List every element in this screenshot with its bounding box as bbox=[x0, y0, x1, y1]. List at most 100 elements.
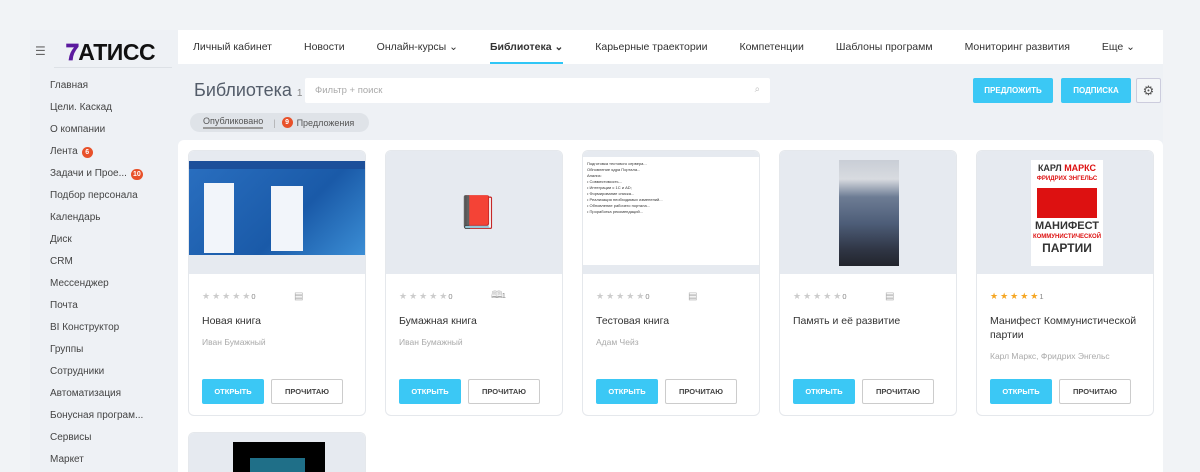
book-icon: 📕 bbox=[458, 194, 498, 230]
filter-published[interactable]: Опубликовано bbox=[203, 116, 264, 129]
will-read-button[interactable]: ПРОЧИТАЮ bbox=[862, 379, 934, 404]
open-button[interactable]: ОТКРЫТЬ bbox=[399, 379, 461, 404]
suggest-button[interactable]: ПРЕДЛОЖИТЬ bbox=[973, 78, 1053, 103]
nav-item[interactable]: Мониторинг развития bbox=[965, 30, 1070, 64]
rating[interactable]: ★★★★★ 1 bbox=[990, 291, 1140, 302]
nav-item[interactable]: Шаблоны программ bbox=[836, 30, 933, 64]
book-author: Карл Маркс, Фридрих Энгельс bbox=[990, 351, 1110, 361]
subscribe-button[interactable]: ПОДПИСКА bbox=[1061, 78, 1131, 103]
star-icon: ★★★★★ bbox=[596, 291, 647, 301]
divider: | bbox=[273, 117, 276, 128]
sidebar-item[interactable]: Главная bbox=[50, 75, 143, 97]
book-cover[interactable] bbox=[189, 433, 365, 472]
nav-item[interactable]: Карьерные траектории bbox=[595, 30, 707, 64]
sidebar-item-label: О компании bbox=[50, 124, 106, 135]
nav-item[interactable]: Еще ⌄ bbox=[1102, 30, 1135, 64]
sidebar-item-label: Диск bbox=[50, 234, 72, 245]
filter-bar: Опубликовано | 9 Предложения bbox=[190, 113, 369, 132]
book-cover[interactable]: Подготовка тестового сервера... Обновлени… bbox=[583, 151, 759, 274]
book-card[interactable]: ★★★★★ 0 ▤ Память и её развитие ОТКРЫТЬ ПРО… bbox=[779, 150, 957, 416]
sidebar-item-label: Автоматизация bbox=[50, 388, 122, 399]
sidebar-item-label: Группы bbox=[50, 344, 84, 355]
star-icon: ★★★★★ bbox=[793, 291, 844, 301]
sidebar-item[interactable]: Группы bbox=[50, 339, 143, 361]
cover-text: КАРЛ МАРКС bbox=[1037, 163, 1097, 173]
sidebar-item[interactable]: Мессенджер bbox=[50, 273, 143, 295]
sidebar-item[interactable]: Задачи и Прое... 10 bbox=[50, 163, 143, 185]
sidebar-item[interactable]: Диск bbox=[50, 229, 143, 251]
sidebar-item[interactable]: Сотрудники bbox=[50, 361, 143, 383]
sidebar-badge: 10 bbox=[130, 168, 143, 180]
star-icon: ★★★★★ bbox=[990, 291, 1041, 301]
will-read-button[interactable]: ПРОЧИТАЮ bbox=[468, 379, 540, 404]
app-window: ☰ 𝟕АТИСС Главная Цели. Каскад О компании Ле… bbox=[30, 30, 1163, 472]
nav-item[interactable]: Компетенции bbox=[739, 30, 803, 64]
sidebar-item[interactable]: Сервисы bbox=[50, 427, 143, 449]
nav-item[interactable]: Библиотека ⌄ bbox=[489, 30, 564, 64]
gear-icon[interactable]: ⚙ bbox=[1136, 78, 1161, 103]
sidebar-item[interactable]: Автоматизация bbox=[50, 383, 143, 405]
search-icon[interactable]: ⌕ bbox=[755, 84, 760, 95]
book-title[interactable]: Тестовая книга bbox=[596, 314, 751, 328]
open-button[interactable]: ОТКРЫТЬ bbox=[990, 379, 1052, 404]
book-author: Иван Бумажный bbox=[399, 337, 463, 347]
sidebar-item[interactable]: Бонусная програм... bbox=[50, 405, 143, 427]
sidebar-menu: Главная Цели. Каскад О компании Лента 6 Задач… bbox=[50, 75, 143, 471]
page-title: Библиотека 1 bbox=[194, 80, 302, 101]
sidebar-item[interactable]: BI Конструктор bbox=[50, 317, 143, 339]
book-title[interactable]: Бумажная книга bbox=[399, 314, 554, 328]
rating[interactable]: ★★★★★ 0 ▤ bbox=[202, 291, 352, 302]
sidebar-item[interactable]: Календарь bbox=[50, 207, 143, 229]
book-card[interactable]: ★★★★★ 0 ▤ Новая книга Иван Бумажный ОТКРЫТ… bbox=[188, 150, 366, 416]
open-button[interactable]: ОТКРЫТЬ bbox=[793, 379, 855, 404]
rating[interactable]: ★★★★★ 0 ▤ bbox=[596, 291, 746, 302]
logo-text: АТИСС bbox=[78, 39, 156, 65]
sidebar-item[interactable]: Маркет bbox=[50, 449, 143, 471]
title-count: 1 bbox=[296, 88, 303, 99]
will-read-button[interactable]: ПРОЧИТАЮ bbox=[665, 379, 737, 404]
logo[interactable]: 𝟕АТИСС bbox=[66, 39, 156, 66]
search-placeholder: Фильтр + поиск bbox=[315, 85, 383, 96]
book-cover[interactable] bbox=[189, 151, 365, 274]
book-card[interactable]: Подготовка тестового сервера... Обновлени… bbox=[582, 150, 760, 416]
book-title[interactable]: Память и её развитие bbox=[793, 314, 948, 328]
book-cover[interactable]: 📕 bbox=[386, 151, 562, 274]
rating-count: 0 bbox=[842, 292, 847, 301]
open-button[interactable]: ОТКРЫТЬ bbox=[202, 379, 264, 404]
will-read-button[interactable]: ПРОЧИТАЮ bbox=[1059, 379, 1131, 404]
book-cover[interactable] bbox=[780, 151, 956, 274]
rating[interactable]: ★★★★★ 0 🕮1 bbox=[399, 290, 549, 302]
book-title[interactable]: Манифест Коммунистической партии bbox=[990, 314, 1145, 342]
paper-count: 1 bbox=[501, 291, 506, 300]
book-title[interactable]: Новая книга bbox=[202, 314, 357, 328]
rating-count: 1 bbox=[1039, 292, 1044, 301]
sidebar-item[interactable]: Лента 6 bbox=[50, 141, 143, 163]
will-read-button[interactable]: ПРОЧИТАЮ bbox=[271, 379, 343, 404]
title-text: Библиотека bbox=[194, 80, 292, 100]
sidebar-item[interactable]: О компании bbox=[50, 119, 143, 141]
book-card[interactable] bbox=[188, 432, 366, 472]
sidebar-item-label: Главная bbox=[50, 80, 89, 91]
sidebar-item-label: Подбор персонала bbox=[50, 190, 138, 201]
rating[interactable]: ★★★★★ 0 ▤ bbox=[793, 291, 943, 302]
book-card[interactable]: 📕 ★★★★★ 0 🕮1 Бумажная книга Иван Бумажный … bbox=[385, 150, 563, 416]
ebook-icon: ▤ bbox=[688, 291, 698, 302]
sidebar-item-label: Маркет bbox=[50, 454, 84, 465]
search-input[interactable]: Фильтр + поиск ⌕ bbox=[305, 78, 770, 103]
open-button[interactable]: ОТКРЫТЬ bbox=[596, 379, 658, 404]
sidebar-item[interactable]: CRM bbox=[50, 251, 143, 273]
sidebar-badge: 6 bbox=[81, 146, 93, 158]
sidebar-item-label: Бонусная програм... bbox=[50, 410, 144, 421]
sidebar-item[interactable]: Цели. Каскад bbox=[50, 97, 143, 119]
nav-item[interactable]: Онлайн-курсы ⌄ bbox=[377, 30, 458, 64]
book-cover[interactable]: КАРЛ МАРКС ФРИДРИХ ЭНГЕЛЬС МАНИФЕСТ КОММУНИ… bbox=[977, 151, 1153, 274]
menu-icon[interactable]: ☰ bbox=[35, 44, 46, 58]
divider bbox=[54, 67, 172, 68]
book-card[interactable]: КАРЛ МАРКС ФРИДРИХ ЭНГЕЛЬС МАНИФЕСТ КОММУНИ… bbox=[976, 150, 1154, 416]
nav-item[interactable]: Личный кабинет bbox=[193, 30, 272, 64]
sidebar-item[interactable]: Почта bbox=[50, 295, 143, 317]
sidebar-item[interactable]: Подбор персонала bbox=[50, 185, 143, 207]
filter-offers[interactable]: Предложения bbox=[297, 118, 355, 128]
nav-item[interactable]: Новости bbox=[304, 30, 345, 64]
sidebar: ☰ 𝟕АТИСС Главная Цели. Каскад О компании Ле… bbox=[30, 30, 178, 472]
